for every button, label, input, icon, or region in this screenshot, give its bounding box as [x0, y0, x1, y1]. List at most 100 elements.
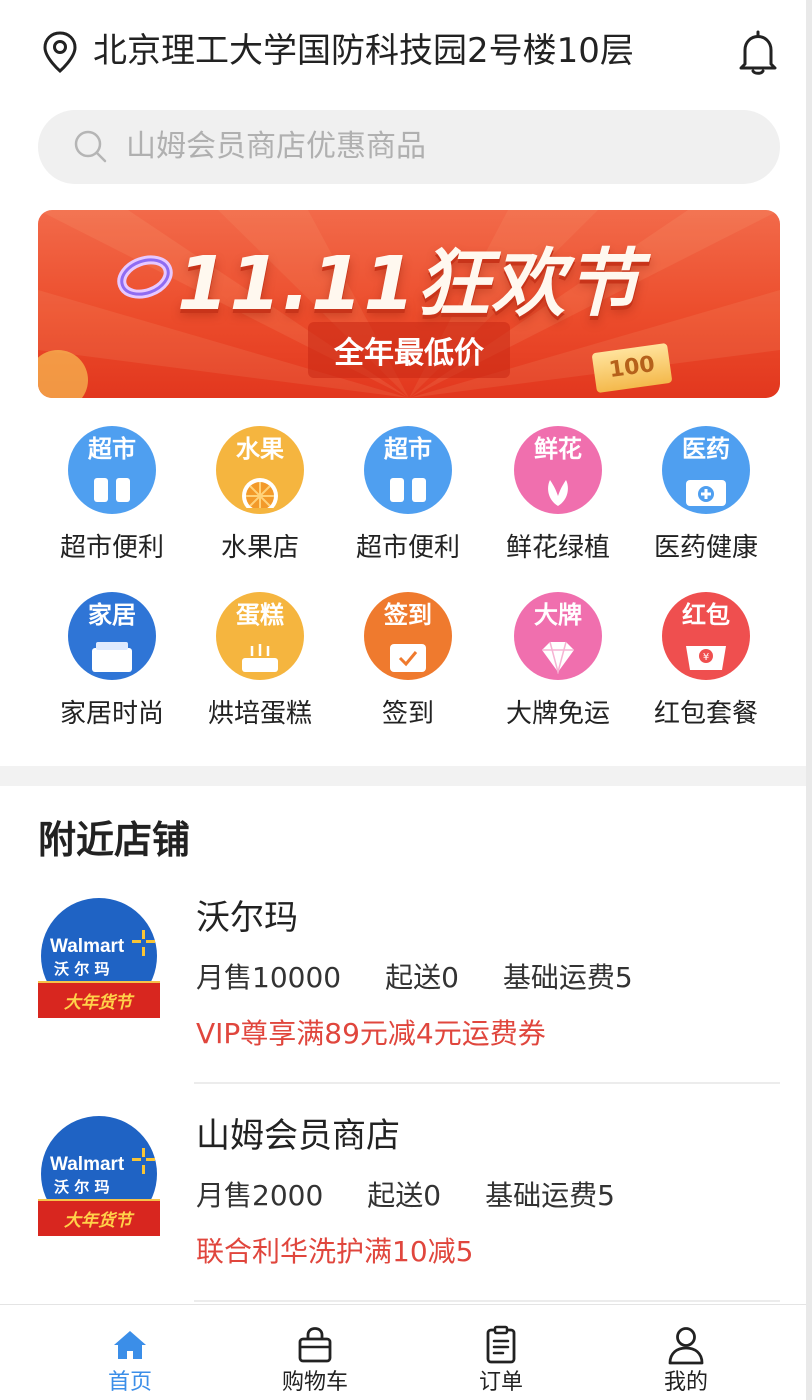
- store-meta: 月售2000 起送0 基础运费5: [196, 1176, 659, 1216]
- store-delivery-fee: 基础运费5: [502, 961, 633, 994]
- logo-cn-text: 沃 尔 玛: [54, 1178, 109, 1196]
- category-tag: 超市: [88, 435, 136, 463]
- category-pictogram: [242, 644, 278, 672]
- order-list-icon: [486, 1325, 516, 1364]
- search-icon: [74, 130, 107, 163]
- nearby-stores-title: 附近店铺: [38, 818, 191, 862]
- search-placeholder: 山姆会员商店优惠商品: [126, 129, 426, 164]
- category-grid: 超市 超市便利 水果 水果店 超市 超市便利 鲜花 鲜花绿植 医药 医药健康 家居 家居时尚 蛋糕 烘培蛋…: [0, 426, 812, 756]
- delivery-address[interactable]: 北京理工大学国防科技园2号楼10层: [93, 28, 634, 74]
- category-item[interactable]: 超市 超市便利: [334, 426, 482, 576]
- supermarket-icon: 超市: [364, 426, 452, 514]
- category-tag: 蛋糕: [236, 601, 284, 629]
- store-delivery-fee: 基础运费5: [485, 1179, 615, 1212]
- red-packet-icon: 红包 ¥: [662, 592, 750, 680]
- category-label: 鲜花绿植: [505, 533, 610, 563]
- map-pin-icon[interactable]: [40, 30, 80, 74]
- store-promo: VIP尊享满89元减4元运费券: [196, 1017, 546, 1050]
- category-tag: 红包: [682, 601, 730, 629]
- category-tag: 鲜花: [534, 435, 582, 463]
- tab-home[interactable]: 首页: [50, 1305, 210, 1400]
- category-tag: 家居: [88, 601, 136, 629]
- category-label: 红包套餐: [653, 699, 758, 729]
- store-promo: 联合利华洗护满10减5: [196, 1235, 474, 1268]
- tab-label: 我的: [663, 1370, 708, 1395]
- tab-label: 首页: [107, 1370, 152, 1395]
- store-name: 山姆会员商店: [196, 1116, 400, 1156]
- home-tab-icon: [114, 1331, 146, 1359]
- store-logo: Walmart 沃 尔 玛大年货节: [38, 1116, 160, 1236]
- category-pictogram: [390, 644, 426, 672]
- medicine-icon: 医药: [662, 426, 750, 514]
- category-label: 烘培蛋糕: [207, 699, 312, 729]
- store-item[interactable]: Walmart 沃 尔 玛大年货节 沃尔玛月售10000 起送0 基础运费5 VIP尊享满…: [0, 896, 812, 1096]
- section-divider: [0, 766, 812, 786]
- tab-profile[interactable]: 我的: [606, 1305, 766, 1400]
- tab-cart[interactable]: 购物车: [235, 1305, 395, 1400]
- category-pictogram: ¥: [686, 646, 726, 670]
- category-pictogram: [92, 642, 132, 672]
- header: 北京理工大学国防科技园2号楼10层: [0, 0, 812, 100]
- store-separator: [194, 1300, 780, 1302]
- category-tag: 大牌: [534, 601, 582, 629]
- bottom-tab-bar: 首页 购物车 订单 我的: [0, 1304, 812, 1400]
- category-pictogram: [542, 641, 574, 674]
- category-label: 水果店: [220, 533, 299, 563]
- category-label: 签到: [381, 699, 434, 729]
- logo-brand-text: Walmart: [50, 936, 125, 957]
- cake-icon: 蛋糕: [216, 592, 304, 680]
- category-item[interactable]: 家居 家居时尚: [38, 592, 186, 742]
- category-item[interactable]: 水果 水果店: [186, 426, 334, 576]
- svg-text:¥: ¥: [703, 652, 709, 663]
- scroll-edge: [806, 0, 812, 1400]
- category-pictogram: [390, 478, 426, 502]
- category-label: 家居时尚: [59, 699, 164, 729]
- store-item[interactable]: Walmart 沃 尔 玛大年货节 山姆会员商店月售2000 起送0 基础运费5 联合利华…: [0, 1114, 812, 1314]
- store-logo: Walmart 沃 尔 玛大年货节: [38, 898, 160, 1018]
- category-pictogram: [242, 478, 278, 508]
- shopping-bag-icon: [298, 1327, 332, 1363]
- tab-orders[interactable]: 订单: [421, 1305, 581, 1400]
- logo-cn-text: 沃 尔 玛: [54, 960, 109, 978]
- logo-ribbon-text: 大年货节: [64, 993, 135, 1013]
- category-item[interactable]: 超市 超市便利: [38, 426, 186, 576]
- flower-icon: 鲜花: [514, 426, 602, 514]
- tab-label: 订单: [478, 1370, 523, 1395]
- store-monthly-sales: 月售2000: [196, 1179, 324, 1212]
- bell-icon[interactable]: [736, 28, 780, 76]
- store-min-order: 起送0: [367, 1179, 442, 1212]
- category-item[interactable]: 蛋糕 烘培蛋糕: [186, 592, 334, 742]
- category-pictogram: [686, 480, 726, 506]
- user-icon: [668, 1327, 704, 1365]
- store-meta: 月售10000 起送0 基础运费5: [196, 958, 677, 998]
- category-tag: 超市: [384, 435, 432, 463]
- store-name: 沃尔玛: [196, 898, 298, 938]
- category-item[interactable]: 鲜花 鲜花绿植: [484, 426, 632, 576]
- tab-label: 购物车: [281, 1370, 348, 1395]
- category-pictogram: [94, 478, 130, 502]
- search-bar[interactable]: 山姆会员商店优惠商品: [38, 110, 780, 184]
- diamond-icon: 大牌: [514, 592, 602, 680]
- store-separator: [194, 1082, 780, 1084]
- fruit-icon: 水果: [216, 426, 304, 514]
- promo-banner[interactable]: 11.11狂欢节 全年最低价 100: [38, 210, 780, 398]
- banner-title: 11.11狂欢节: [176, 241, 642, 327]
- checkin-icon: 签到: [364, 592, 452, 680]
- category-item[interactable]: 医药 医药健康: [632, 426, 780, 576]
- store-monthly-sales: 月售10000: [196, 961, 342, 994]
- category-label: 超市便利: [355, 533, 460, 563]
- logo-brand-text: Walmart: [50, 1154, 125, 1175]
- category-label: 医药健康: [653, 533, 758, 563]
- banner-subtitle: 全年最低价: [308, 322, 510, 378]
- supermarket-icon: 超市: [68, 426, 156, 514]
- logo-ribbon-text: 大年货节: [64, 1211, 135, 1231]
- category-item[interactable]: 签到 签到: [334, 592, 482, 742]
- category-label: 大牌免运: [505, 699, 610, 729]
- category-item[interactable]: 红包 ¥ 红包套餐: [632, 592, 780, 742]
- category-label: 超市便利: [59, 533, 164, 563]
- category-tag: 签到: [384, 601, 432, 629]
- home-icon: 家居: [68, 592, 156, 680]
- category-pictogram: [548, 480, 568, 506]
- category-item[interactable]: 大牌 大牌免运: [484, 592, 632, 742]
- category-tag: 水果: [236, 435, 284, 463]
